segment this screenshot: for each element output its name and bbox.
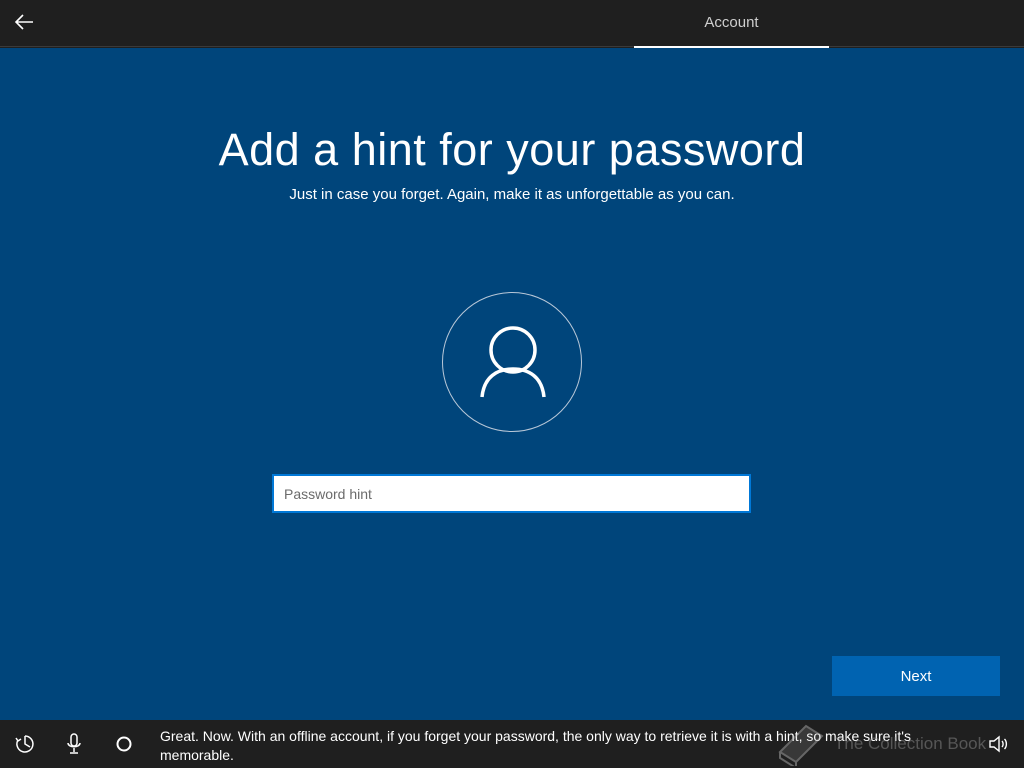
volume-button[interactable] <box>986 732 1010 756</box>
page-title: Add a hint for your password <box>218 124 806 175</box>
ease-of-access-button[interactable] <box>13 732 37 756</box>
bottom-bar: Great. Now. With an offline account, if … <box>0 720 1024 768</box>
arrow-left-icon <box>14 13 34 35</box>
tab-account-label: Account <box>704 14 759 31</box>
oobe-window: Account Add a hint for your password Jus… <box>0 0 1024 768</box>
next-button[interactable]: Next <box>832 656 1000 696</box>
book-icon <box>778 724 824 766</box>
watermark: The Collection Book <box>776 720 996 768</box>
page-subtitle: Just in case you forget. Again, make it … <box>289 186 735 203</box>
microphone-icon <box>67 733 81 754</box>
user-icon <box>480 326 546 398</box>
watermark-text: The Collection Book <box>834 734 987 753</box>
cortana-circle-icon <box>116 736 132 752</box>
microphone-button[interactable] <box>62 732 86 756</box>
main-panel: Add a hint for your password Just in cas… <box>0 48 1024 720</box>
back-button[interactable] <box>8 8 40 40</box>
volume-icon <box>989 735 1008 753</box>
tab-account: Account <box>634 0 829 48</box>
ease-of-access-icon <box>15 735 34 753</box>
cortana-button[interactable] <box>112 732 136 756</box>
top-bar: Account <box>0 0 1024 48</box>
password-hint-input[interactable] <box>272 474 751 513</box>
avatar <box>442 292 582 432</box>
